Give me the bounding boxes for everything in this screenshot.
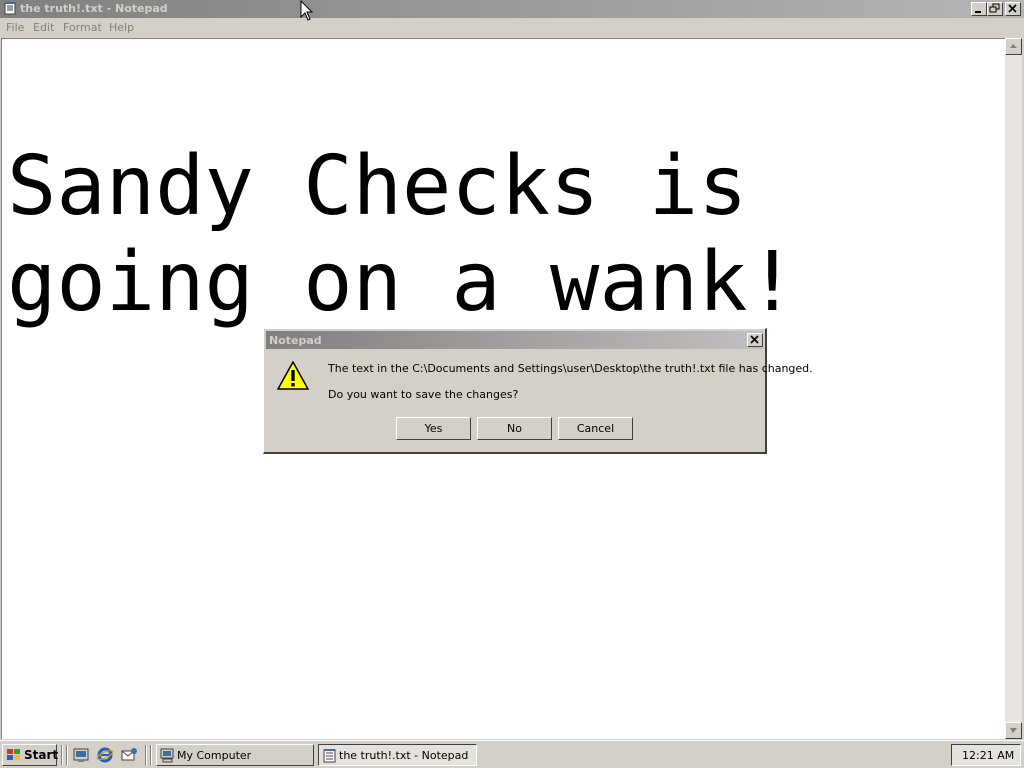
taskbar-button-notepad[interactable]: the truth!.txt - Notepad [318, 744, 477, 766]
dialog-titlebar[interactable]: Notepad [266, 331, 763, 349]
save-changes-dialog: Notepad The text in the C:\Documents and… [263, 328, 813, 454]
taskbar-separator [145, 745, 147, 765]
menu-help[interactable]: Help [109, 21, 134, 34]
dialog-title: Notepad [269, 334, 322, 347]
vertical-scrollbar[interactable] [1005, 38, 1022, 739]
menu-edit[interactable]: Edit [33, 21, 54, 34]
taskbar-button-label: My Computer [177, 749, 252, 762]
taskbar-button-my-computer[interactable]: My Computer [156, 744, 314, 766]
maximize-button[interactable] [987, 2, 1003, 16]
dialog-close-button[interactable] [747, 333, 763, 347]
taskbar-separator [150, 745, 152, 765]
system-tray: 12:21 AM [951, 744, 1021, 766]
minimize-icon [975, 11, 981, 13]
dialog-question: Do you want to save the changes? [328, 388, 519, 401]
taskbar-button-label: the truth!.txt - Notepad [339, 749, 469, 762]
editor-content: Sandy Checks is going on a wank! [7, 139, 797, 331]
scroll-up-button[interactable] [1005, 38, 1022, 55]
computer-icon [160, 748, 174, 763]
close-icon [1008, 4, 1017, 13]
internet-explorer-icon[interactable] [96, 746, 114, 764]
window-titlebar[interactable]: the truth!.txt - Notepad [0, 0, 1024, 18]
taskbar: Start My Computer the truth!.txt - Notep… [0, 740, 1024, 768]
editor-line: going on a wank! [7, 235, 797, 330]
close-button[interactable] [1005, 2, 1021, 16]
menu-format[interactable]: Format [63, 21, 102, 34]
cancel-button[interactable]: Cancel [558, 417, 633, 440]
taskbar-separator [66, 745, 68, 765]
show-desktop-icon[interactable] [72, 746, 90, 764]
restore-icon [989, 3, 1000, 13]
arrow-up-icon [1010, 44, 1017, 48]
notepad-icon [323, 749, 336, 763]
yes-button[interactable]: Yes [396, 417, 471, 440]
warning-icon [277, 361, 309, 390]
menu-file[interactable]: File [6, 21, 24, 34]
window-title: the truth!.txt - Notepad [20, 2, 168, 15]
no-button[interactable]: No [477, 417, 552, 440]
start-label: Start [24, 748, 59, 762]
close-icon [750, 335, 759, 344]
taskbar-separator [61, 745, 63, 765]
scroll-down-button[interactable] [1005, 722, 1022, 739]
mouse-cursor-icon [300, 0, 314, 21]
clock[interactable]: 12:21 AM [962, 749, 1014, 762]
dialog-message: The text in the C:\Documents and Setting… [328, 362, 813, 375]
start-button[interactable]: Start [2, 744, 59, 766]
windows-logo-icon [7, 749, 20, 760]
arrow-down-icon [1010, 728, 1017, 733]
editor-line: Sandy Checks is [7, 139, 748, 234]
outlook-express-icon[interactable] [120, 746, 138, 764]
notepad-icon [4, 2, 16, 15]
menu-bar: File Edit Format Help [0, 18, 1024, 37]
minimize-button[interactable] [971, 2, 987, 16]
